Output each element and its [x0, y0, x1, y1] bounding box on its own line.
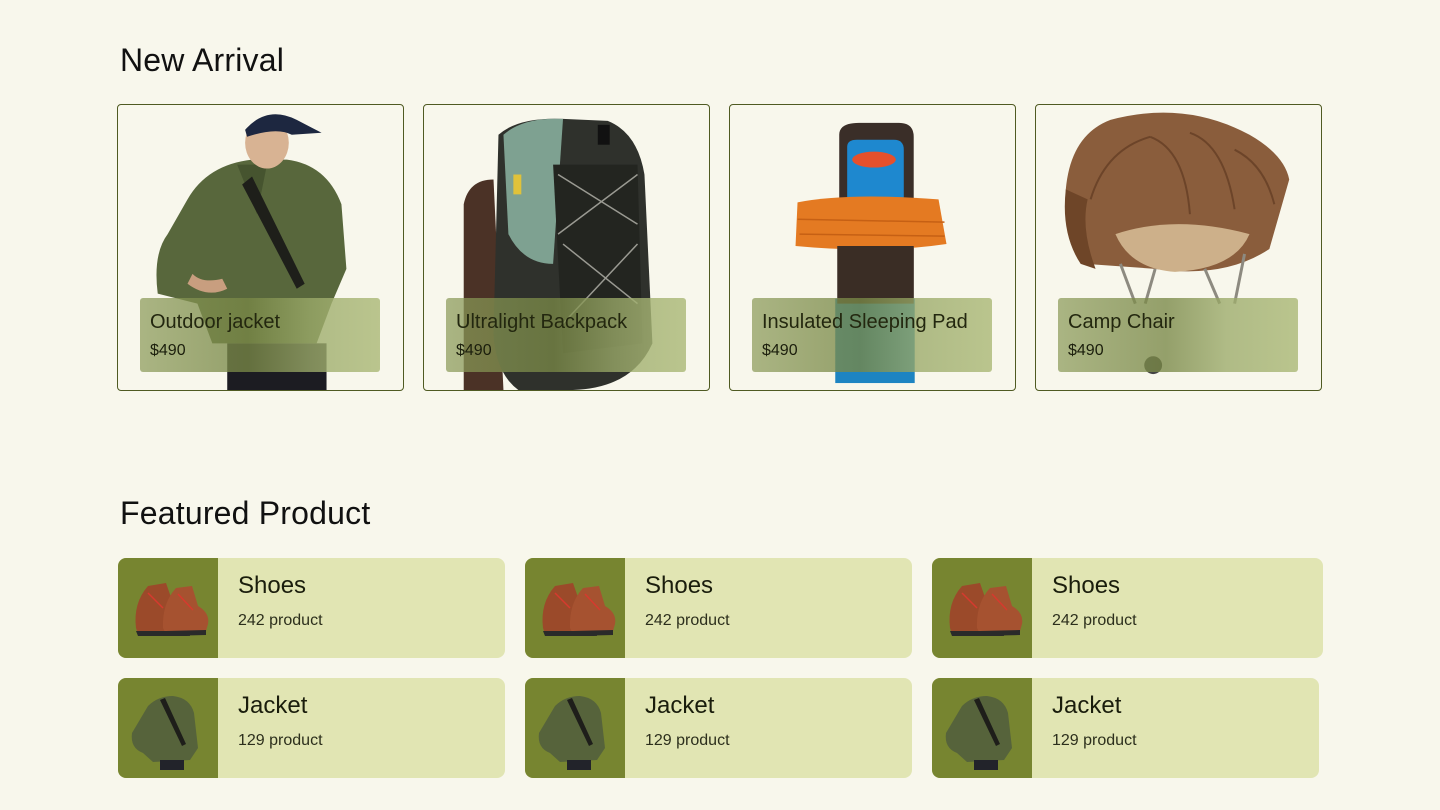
product-card-outdoor-jacket[interactable]: Outdoor jacket $490	[117, 104, 404, 391]
category-card-jacket[interactable]: Jacket 129 product	[118, 678, 505, 778]
new-arrival-title: New Arrival	[120, 42, 285, 78]
product-card-insulated-sleeping-pad[interactable]: Insulated Sleeping Pad $490	[729, 104, 1016, 391]
product-name: Ultralight Backpack	[456, 311, 628, 333]
hiking-boots-icon	[135, 583, 209, 636]
product-price: $490	[1068, 342, 1104, 359]
category-image	[118, 678, 218, 778]
jacket-icon	[945, 696, 1012, 770]
category-image	[932, 678, 1032, 778]
category-count: 129 product	[1052, 732, 1137, 749]
jacket-icon	[131, 696, 198, 770]
product-label: Insulated Sleeping Pad $490	[752, 298, 992, 372]
hiking-boots-icon	[949, 583, 1023, 636]
product-label: Camp Chair $490	[1058, 298, 1298, 372]
product-label: Outdoor jacket $490	[140, 298, 380, 372]
product-name: Insulated Sleeping Pad	[762, 311, 968, 333]
product-price: $490	[150, 342, 186, 359]
category-name: Shoes	[645, 572, 714, 599]
category-count: 242 product	[238, 612, 323, 629]
category-count: 129 product	[645, 732, 730, 749]
category-card-shoes[interactable]: Shoes 242 product	[118, 558, 505, 658]
category-name: Jacket	[645, 692, 715, 719]
category-count: 242 product	[1052, 612, 1137, 629]
category-card-jacket[interactable]: Jacket 129 product	[932, 678, 1319, 778]
category-image	[525, 558, 625, 658]
product-label: Ultralight Backpack $490	[446, 298, 686, 372]
category-name: Jacket	[238, 692, 308, 719]
jacket-icon	[538, 696, 605, 770]
category-card-shoes[interactable]: Shoes 242 product	[932, 558, 1323, 658]
category-image	[118, 558, 218, 658]
product-price: $490	[762, 342, 798, 359]
product-name: Camp Chair	[1068, 311, 1175, 333]
category-image	[932, 558, 1032, 658]
product-card-camp-chair[interactable]: Camp Chair $490	[1035, 104, 1322, 391]
featured-product-title: Featured Product	[120, 495, 371, 531]
new-arrival-list: Outdoor jacket $490 Ultralight Backpack …	[117, 104, 1322, 391]
product-name: Outdoor jacket	[150, 311, 281, 333]
product-card-ultralight-backpack[interactable]: Ultralight Backpack $490	[423, 104, 710, 391]
category-card-shoes[interactable]: Shoes 242 product	[525, 558, 912, 658]
category-name: Shoes	[1052, 572, 1121, 599]
hiking-boots-icon	[542, 583, 616, 636]
category-image	[525, 678, 625, 778]
category-count: 242 product	[645, 612, 730, 629]
category-name: Jacket	[1052, 692, 1122, 719]
category-name: Shoes	[238, 572, 307, 599]
product-price: $490	[456, 342, 492, 359]
category-card-jacket[interactable]: Jacket 129 product	[525, 678, 912, 778]
category-count: 129 product	[238, 732, 323, 749]
